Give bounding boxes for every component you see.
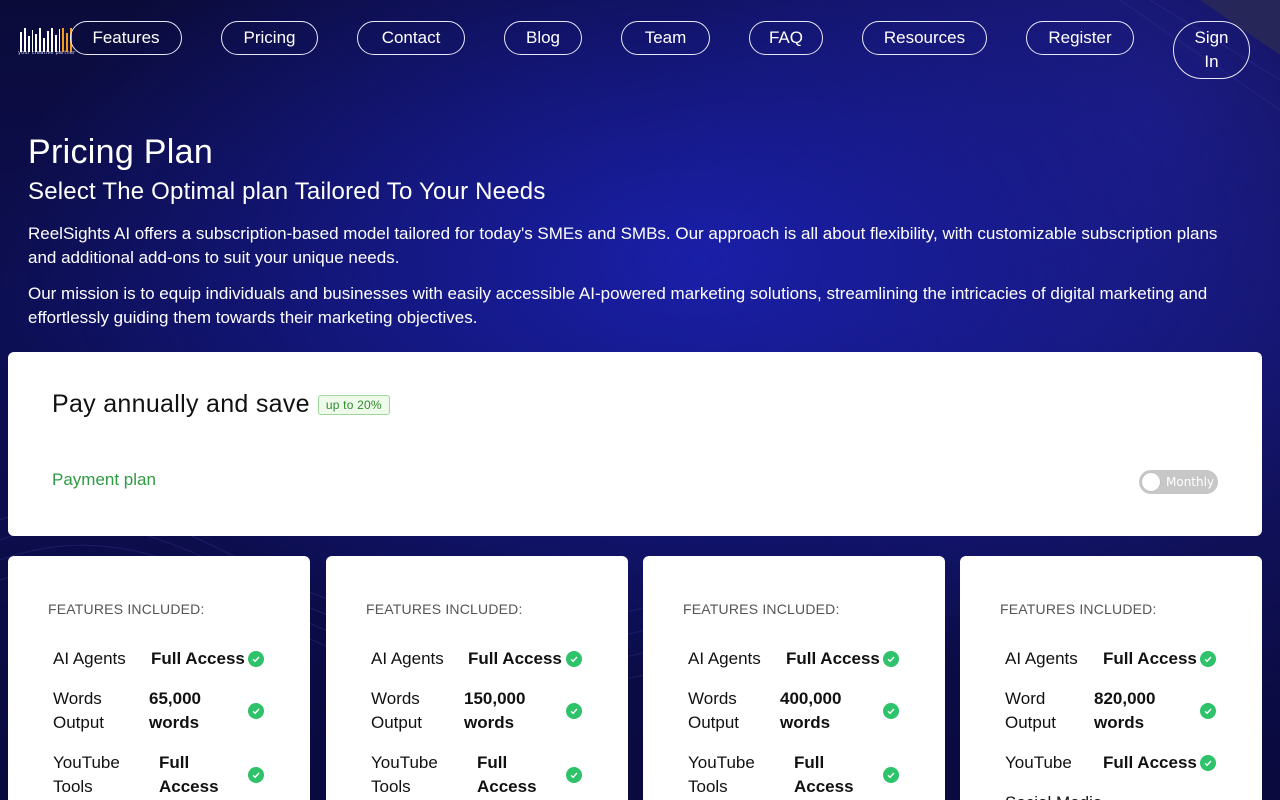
feature-label: YouTube bbox=[1005, 753, 1072, 772]
check-circle-icon bbox=[566, 703, 582, 719]
feature-value-line2: Access bbox=[159, 777, 219, 796]
feature-value-line2: Access bbox=[794, 777, 854, 796]
feature-value: 150,000 bbox=[464, 689, 526, 708]
feature-label-line2: Tools bbox=[53, 777, 93, 796]
toggle-knob bbox=[1142, 473, 1160, 491]
feature-value: 400,000 bbox=[780, 689, 842, 708]
features-heading: FEATURES INCLUDED: bbox=[683, 601, 840, 617]
plan-card-4: FEATURES INCLUDED: AI Agents Full Access… bbox=[960, 556, 1262, 800]
feature-value: Full bbox=[477, 753, 508, 772]
billing-toggle-card: Pay annually and save up to 20% Payment … bbox=[8, 352, 1262, 536]
feature-label-line2: Output bbox=[53, 713, 105, 732]
feature-value: Full Access bbox=[151, 649, 245, 668]
page-subtitle: Select The Optimal plan Tailored To Your… bbox=[28, 178, 546, 205]
feature-label: YouTube bbox=[53, 753, 120, 772]
check-circle-icon bbox=[1200, 651, 1216, 667]
feature-value-line2: words bbox=[1094, 713, 1145, 732]
logo-mark-icon bbox=[20, 28, 73, 52]
check-circle-icon bbox=[248, 651, 264, 667]
features-heading: FEATURES INCLUDED: bbox=[1000, 601, 1157, 617]
savings-badge: up to 20% bbox=[317, 394, 390, 415]
toggle-label: Monthly bbox=[1166, 475, 1215, 489]
check-circle-icon bbox=[883, 703, 899, 719]
feature-label: YouTube bbox=[371, 753, 438, 772]
feature-label: Social Media bbox=[1005, 791, 1102, 800]
check-circle-icon bbox=[248, 767, 264, 783]
feature-value: Full Access bbox=[786, 649, 880, 668]
feature-label: AI Agents bbox=[1005, 649, 1078, 668]
feature-label: Words bbox=[371, 689, 420, 708]
feature-label: Word bbox=[1005, 689, 1046, 708]
feature-value-line2: words bbox=[780, 713, 831, 732]
feature-label: AI Agents bbox=[688, 649, 761, 668]
billing-title: Pay annually and save bbox=[52, 390, 310, 418]
features-heading: FEATURES INCLUDED: bbox=[48, 601, 205, 617]
feature-label-line2: Output bbox=[1005, 713, 1057, 732]
payment-plan-label: Payment plan bbox=[52, 470, 156, 489]
nav-blog[interactable]: Blog bbox=[504, 21, 582, 55]
hero-section: Pricing Plan Select The Optimal plan Tai… bbox=[28, 130, 1248, 330]
nav-faq[interactable]: FAQ bbox=[749, 21, 823, 55]
feature-value-line2: Access bbox=[477, 777, 537, 796]
plan-card-1: FEATURES INCLUDED: AI Agents Full Access… bbox=[8, 556, 310, 800]
features-heading: FEATURES INCLUDED: bbox=[366, 601, 523, 617]
plan-card-3: FEATURES INCLUDED: AI Agents Full Access… bbox=[643, 556, 945, 800]
nav-register[interactable]: Register bbox=[1026, 21, 1134, 55]
check-circle-icon bbox=[566, 767, 582, 783]
feature-value: 65,000 bbox=[149, 689, 201, 708]
feature-value-line2: words bbox=[149, 713, 200, 732]
nav-team[interactable]: Team bbox=[621, 21, 710, 55]
check-circle-icon bbox=[883, 767, 899, 783]
feature-value: Full bbox=[794, 753, 825, 772]
feature-label-line2: Output bbox=[371, 713, 423, 732]
top-navigation: your creative partner Features Pricing C… bbox=[0, 0, 1280, 90]
feature-label: Words bbox=[688, 689, 737, 708]
feature-label: AI Agents bbox=[53, 649, 126, 668]
billing-title-row: Pay annually and save up to 20% bbox=[52, 390, 390, 419]
billing-period-toggle[interactable]: Monthly bbox=[1139, 470, 1218, 494]
nav-resources[interactable]: Resources bbox=[862, 21, 987, 55]
feature-label: YouTube bbox=[688, 753, 755, 772]
feature-label-line2: Tools bbox=[688, 777, 728, 796]
feature-value: Full Access bbox=[1103, 753, 1197, 772]
feature-value: Full Access bbox=[468, 649, 562, 668]
feature-value-line2: words bbox=[464, 713, 515, 732]
feature-value: Full Access bbox=[1103, 649, 1197, 668]
mission-paragraph: Our mission is to equip individuals and … bbox=[28, 284, 1208, 327]
check-circle-icon bbox=[883, 651, 899, 667]
nav-contact[interactable]: Contact bbox=[357, 21, 465, 55]
check-circle-icon bbox=[566, 651, 582, 667]
feature-label: Words bbox=[53, 689, 102, 708]
check-circle-icon bbox=[1200, 755, 1216, 771]
feature-label-line2: Tools bbox=[371, 777, 411, 796]
plan-card-2: FEATURES INCLUDED: AI Agents Full Access… bbox=[326, 556, 628, 800]
nav-pricing[interactable]: Pricing bbox=[221, 21, 318, 55]
sign-in-label-line2: In bbox=[1204, 52, 1219, 71]
page-title: Pricing Plan bbox=[28, 133, 214, 171]
nav-features[interactable]: Features bbox=[70, 21, 182, 55]
check-circle-icon bbox=[1200, 703, 1216, 719]
feature-value: 820,000 bbox=[1094, 689, 1156, 708]
brand-logo[interactable]: your creative partner bbox=[18, 24, 75, 76]
sign-in-label-line1: Sign bbox=[1194, 28, 1229, 47]
feature-value: Full bbox=[159, 753, 190, 772]
feature-label: AI Agents bbox=[371, 649, 444, 668]
check-circle-icon bbox=[248, 703, 264, 719]
intro-paragraph: ReelSights AI offers a subscription-base… bbox=[28, 224, 1218, 267]
nav-sign-in-button[interactable]: Sign In bbox=[1173, 21, 1250, 79]
feature-label-line2: Output bbox=[688, 713, 740, 732]
